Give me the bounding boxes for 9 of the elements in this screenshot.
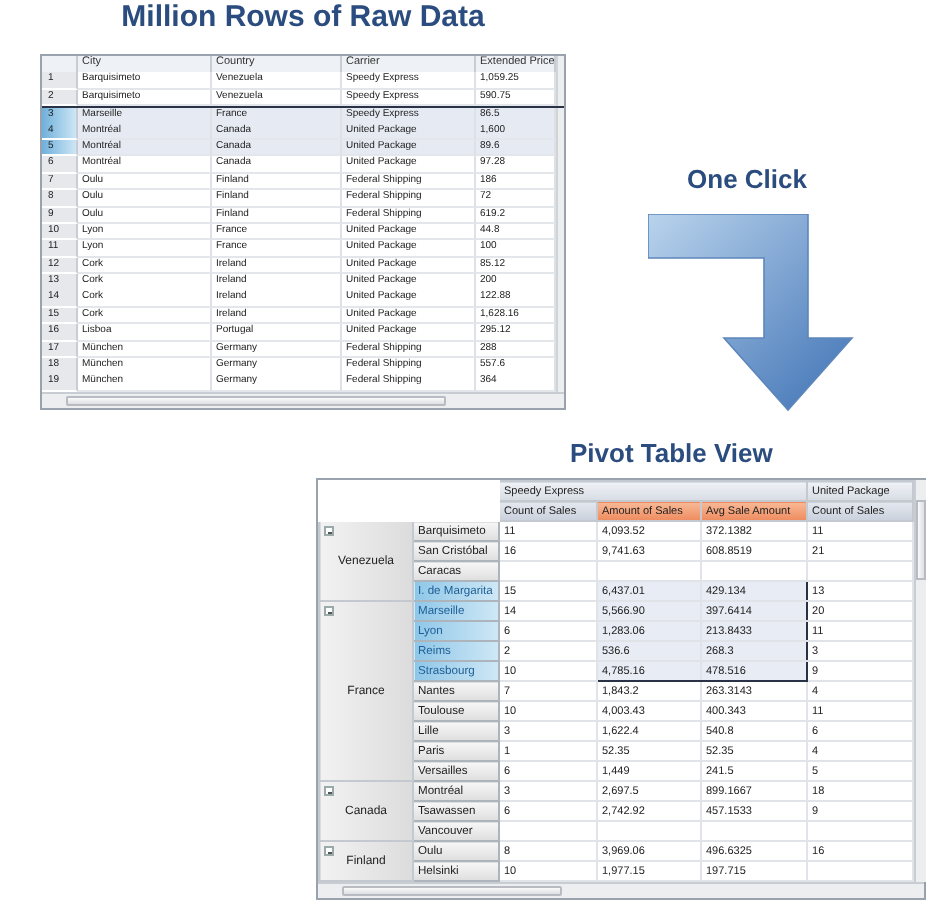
- vertical-scrollbar[interactable]: [914, 480, 927, 882]
- pivot-title: Pivot Table View: [570, 438, 773, 468]
- one-click-label: One Click: [687, 164, 807, 194]
- horizontal-scrollbar[interactable]: [318, 882, 924, 898]
- collapse-icon[interactable]: [324, 846, 334, 856]
- collapse-icon[interactable]: [324, 786, 334, 796]
- collapse-icon[interactable]: [324, 606, 334, 616]
- raw-data-title: Million Rows of Raw Data: [121, 0, 485, 34]
- collapse-icon[interactable]: [324, 526, 334, 536]
